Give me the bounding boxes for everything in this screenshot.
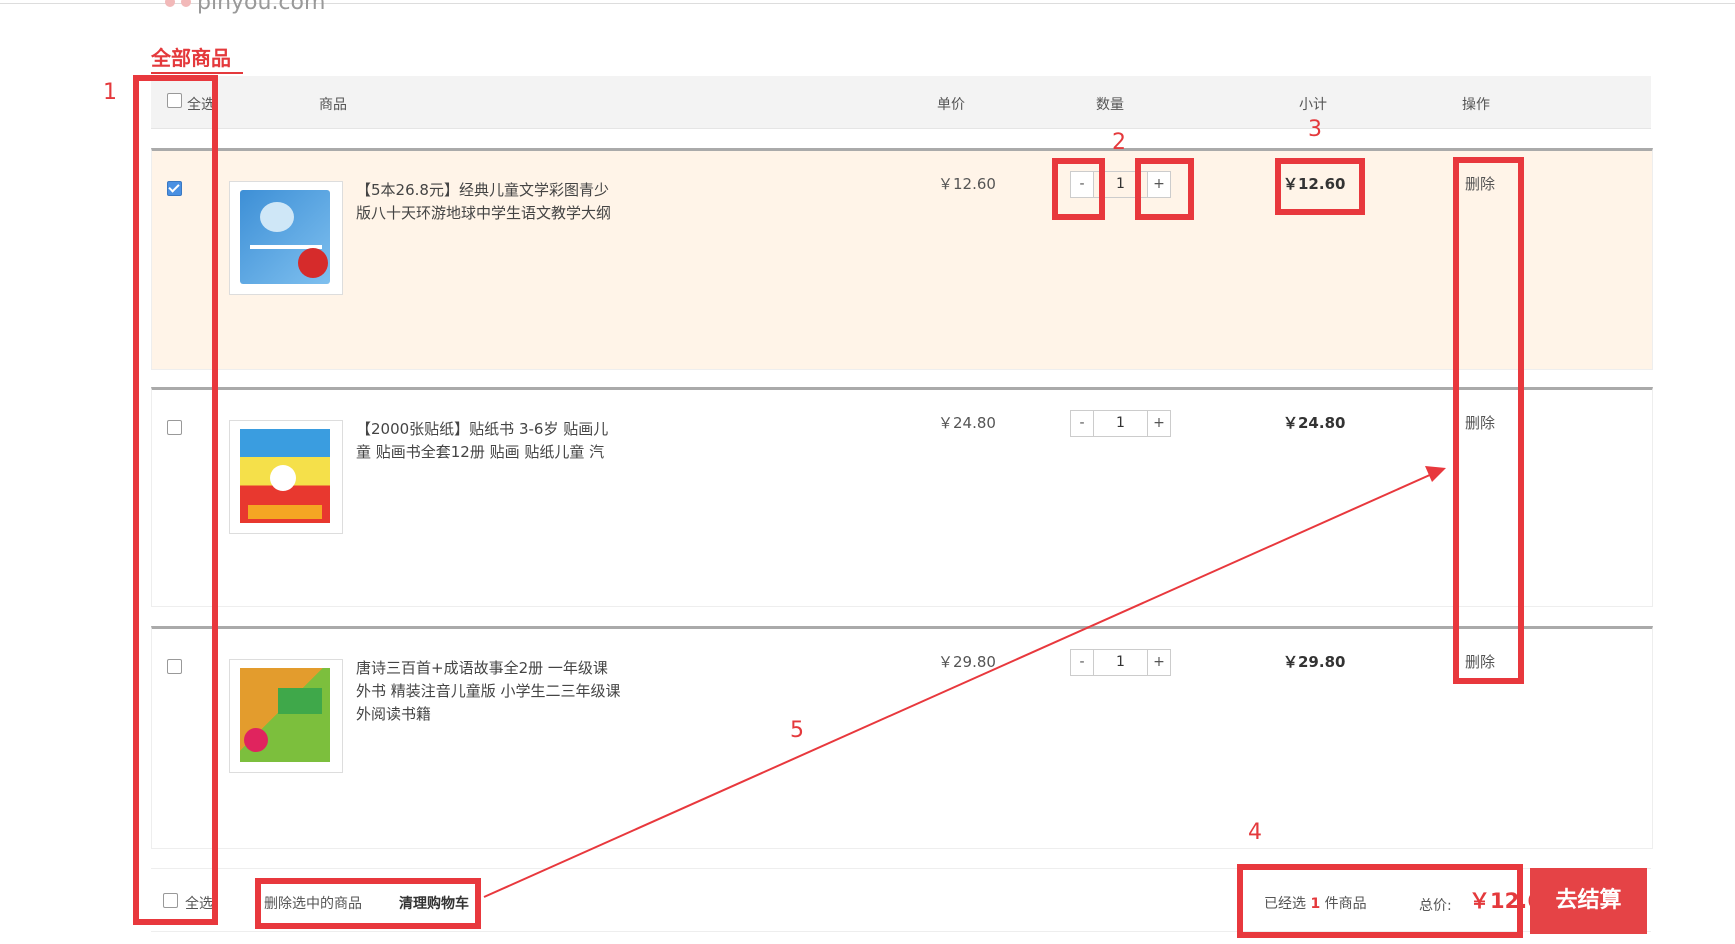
cart-item-row: 【5本26.8元】经典儿童文学彩图青少版八十天环游地球中学生语文教学大纲 ￥12… — [151, 148, 1653, 370]
tab-all-products[interactable]: 全部商品 — [151, 42, 231, 71]
item-subtotal: ￥29.80 — [1283, 653, 1346, 671]
column-action: 操作 — [1462, 97, 1490, 113]
annotation-box-checkboxes — [133, 75, 218, 925]
product-name[interactable]: 【5本26.8元】经典儿童文学彩图青少版八十天环游地球中学生语文教学大纲 — [356, 179, 621, 225]
cart-header: 全选 商品 单价 数量 小计 操作 — [151, 76, 1651, 129]
annotation-box-subtotal — [1275, 158, 1365, 215]
cart-item-row: 唐诗三百首+成语故事全2册 一年级课外书 精装注音儿童版 小学生二三年级课外阅读… — [151, 626, 1653, 849]
product-thumbnail[interactable] — [229, 420, 343, 534]
column-subtotal: 小计 — [1299, 97, 1327, 113]
annotation-box-decrease — [1052, 158, 1105, 220]
tab-underline — [151, 72, 243, 74]
checkout-button[interactable]: 去结算 — [1530, 868, 1647, 934]
increase-quantity-button[interactable]: + — [1147, 410, 1171, 437]
increase-quantity-button[interactable]: + — [1147, 649, 1171, 676]
decrease-quantity-button[interactable]: - — [1070, 410, 1094, 437]
annotation-number-5: 5 — [790, 718, 804, 743]
annotation-number-3: 3 — [1308, 117, 1322, 142]
book-cover-image — [240, 190, 330, 284]
unit-price: ￥29.80 — [938, 653, 996, 671]
annotation-number-2: 2 — [1112, 130, 1126, 155]
book-cover-image — [240, 668, 330, 762]
product-name[interactable]: 【2000张贴纸】贴纸书 3-6岁 贴画儿童 贴画书全套12册 贴画 贴纸儿童 … — [356, 418, 621, 464]
product-name[interactable]: 唐诗三百首+成语故事全2册 一年级课外书 精装注音儿童版 小学生二三年级课外阅读… — [356, 657, 621, 726]
column-unit-price: 单价 — [937, 97, 965, 113]
quantity-stepper: - 1 + — [1070, 410, 1171, 437]
annotation-box-total — [1237, 864, 1523, 938]
cart-item-row: 【2000张贴纸】贴纸书 3-6岁 贴画儿童 贴画书全套12册 贴画 贴纸儿童 … — [151, 387, 1653, 607]
logo-dot-icon — [181, 0, 191, 7]
decrease-quantity-button[interactable]: - — [1070, 649, 1094, 676]
product-thumbnail[interactable] — [229, 181, 343, 295]
annotation-box-delete — [1453, 157, 1524, 684]
quantity-input[interactable]: 1 — [1094, 649, 1147, 676]
unit-price: ￥24.80 — [938, 414, 996, 432]
logo-text: pinyou.com — [197, 0, 326, 15]
column-product: 商品 — [319, 97, 347, 113]
unit-price: ￥12.60 — [938, 175, 996, 193]
book-cover-image — [240, 429, 330, 523]
quantity-stepper: - 1 + — [1070, 649, 1171, 676]
product-thumbnail[interactable] — [229, 659, 343, 773]
annotation-number-1: 1 — [103, 80, 117, 105]
column-quantity: 数量 — [1096, 97, 1124, 113]
quantity-input[interactable]: 1 — [1094, 410, 1147, 437]
logo-dot-icon — [165, 0, 175, 7]
annotation-box-increase — [1135, 158, 1194, 220]
annotation-number-4: 4 — [1248, 820, 1262, 845]
item-subtotal: ￥24.80 — [1283, 414, 1346, 432]
site-logo[interactable]: pinyou.com — [165, 0, 326, 15]
annotation-box-bulk-actions — [255, 878, 481, 929]
